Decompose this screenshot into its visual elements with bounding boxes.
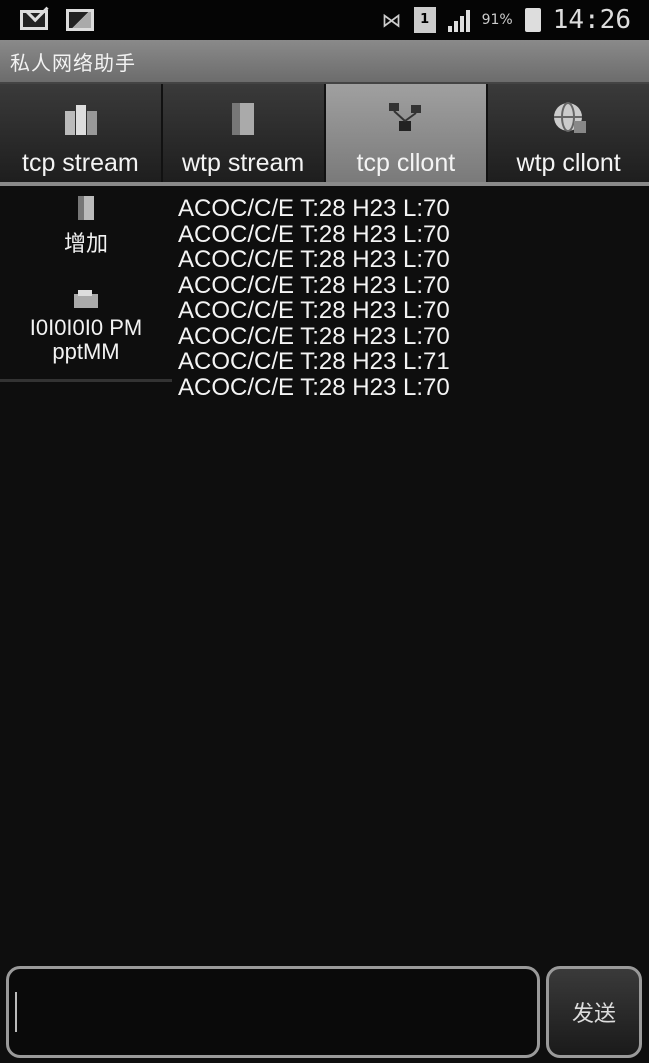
tab-tcp-stream[interactable]: tcp stream [0, 84, 163, 182]
battery-icon [524, 8, 541, 32]
app-title: 私人网络助手 [10, 50, 136, 75]
tab-wtp-stream[interactable]: wtp stream [162, 84, 326, 182]
clock: 14:26 [552, 5, 631, 35]
picture-icon [66, 9, 94, 31]
message-input[interactable] [6, 966, 540, 1058]
message-line: ACOC/C/E T:28 H23 L:70 [178, 271, 450, 299]
tab-bar: tcp stream wtp stream tcp cllont wtp cll… [0, 84, 649, 186]
book-icon [232, 103, 255, 135]
status-bar: ⋈ 1 91% 14:26 [0, 0, 649, 40]
mail-icon [20, 10, 48, 30]
title-bar: 私人网络助手 [0, 40, 649, 84]
device-icon [78, 196, 94, 220]
status-bar-notifications [0, 9, 94, 31]
network-icon: ⋈ [381, 8, 402, 32]
device-list: 增加 I0I0I0I0 PM pptMM [0, 190, 172, 382]
send-button[interactable]: 发送 [546, 966, 642, 1058]
connection-address: I0I0I0I0 PM [29, 315, 143, 340]
message-line: ACOC/C/E T:28 H23 L:71 [178, 348, 450, 375]
signal-icon [447, 8, 470, 32]
tab-wtp-client[interactable]: wtp cllont [488, 84, 649, 182]
tab-label: wtp stream [181, 149, 305, 177]
message-line: ACOC/C/E T:28 H23 L:70 [178, 220, 450, 248]
server-icon [65, 105, 98, 135]
connection-item[interactable]: I0I0I0I0 PM pptMM [0, 280, 172, 376]
sim-icon: 1 [413, 7, 436, 33]
tab-label: tcp stream [22, 149, 139, 177]
connection-name: pptMM [52, 339, 120, 364]
globe-icon [553, 102, 586, 133]
add-device-label: 增加 [63, 232, 108, 257]
message-line: ACOC/C/E T:28 H23 L:70 [178, 322, 450, 350]
message-line: ACOC/C/E T:28 H23 L:70 [178, 195, 450, 222]
text-cursor [15, 992, 17, 1032]
network-nodes-icon [388, 103, 421, 131]
add-device-button[interactable]: 增加 [0, 190, 172, 280]
tab-label: wtp cllont [516, 149, 621, 177]
message-line: ACOC/C/E T:28 H23 L:70 [178, 246, 450, 273]
message-log: ACOC/C/E T:28 H23 L:70 ACOC/C/E T:28 H23… [178, 196, 618, 400]
message-line: ACOC/C/E T:28 H23 L:70 [178, 373, 450, 401]
tab-tcp-client[interactable]: tcp cllont [325, 84, 489, 182]
battery-percent: 91% [481, 12, 513, 28]
message-line: ACOC/C/E T:28 H23 L:70 [178, 297, 450, 324]
tab-label: tcp cllont [356, 149, 456, 177]
status-bar-indicators: ⋈ 1 91% 14:26 [382, 5, 649, 35]
computer-icon [74, 290, 98, 308]
